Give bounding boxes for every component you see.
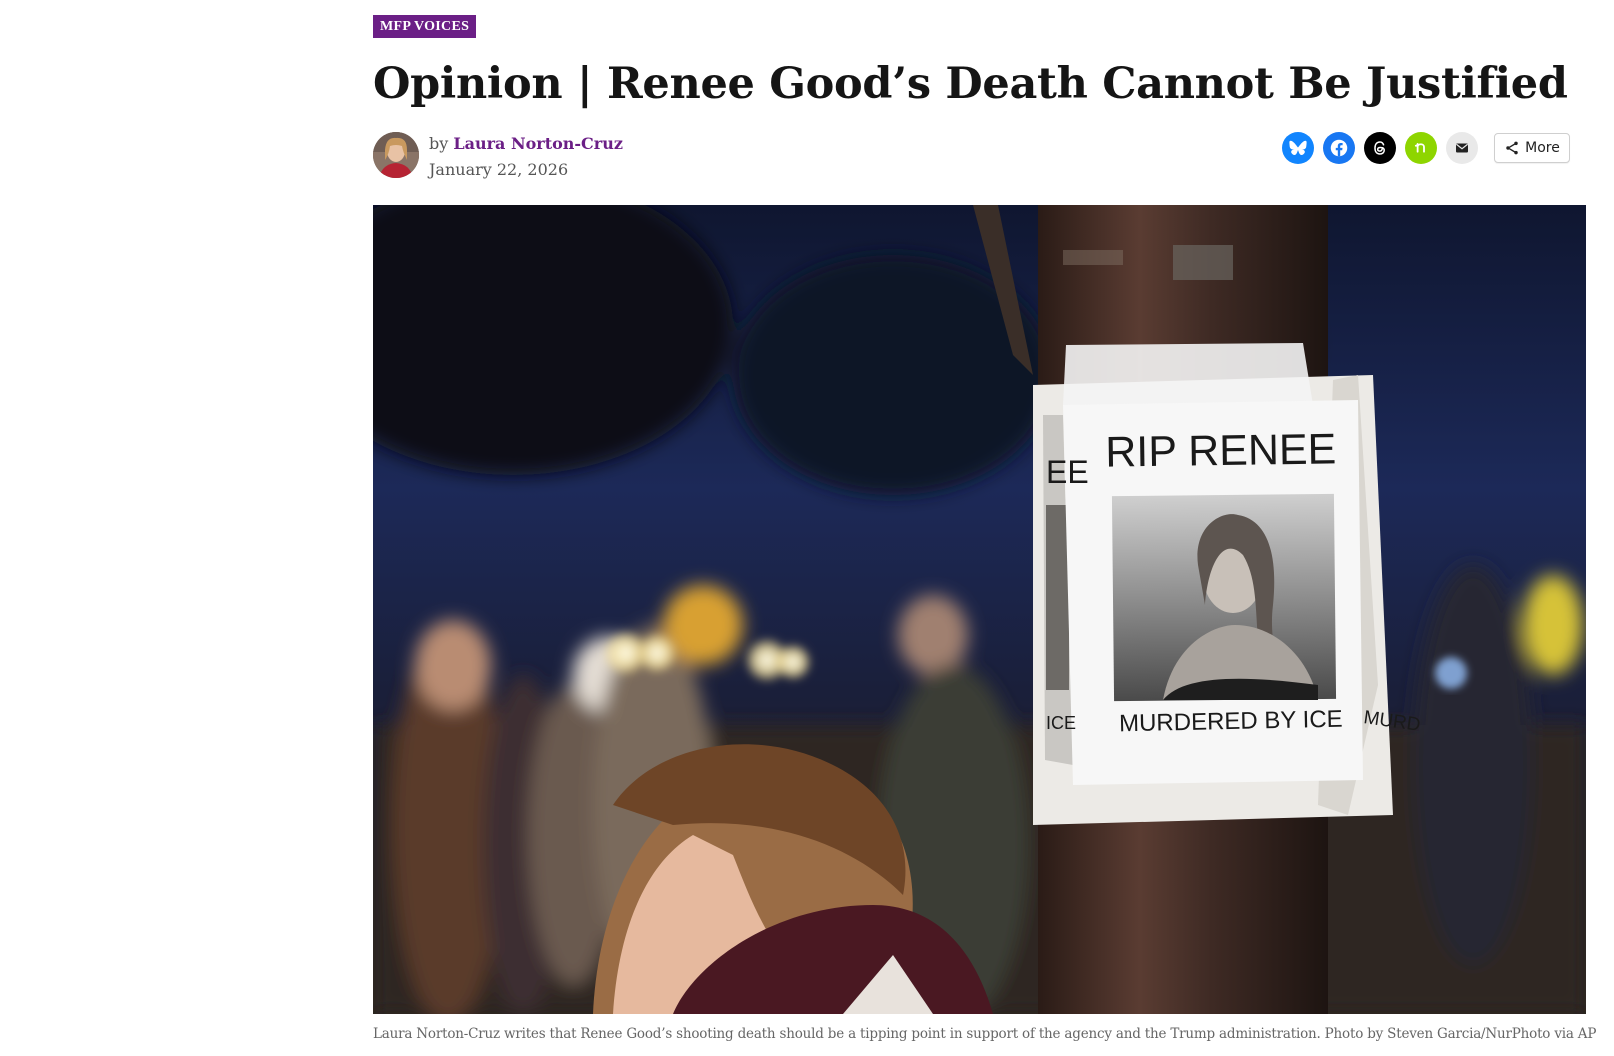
email-icon [1456, 143, 1468, 153]
article-title: Opinion | Renee Good’s Death Cannot Be J… [373, 59, 1568, 109]
poster-heading: RIP RENEE [1105, 425, 1337, 476]
share-bluesky-button[interactable] [1282, 132, 1314, 164]
share-facebook-button[interactable] [1323, 132, 1355, 164]
share-buttons [1282, 132, 1478, 164]
share-email-button[interactable] [1446, 132, 1478, 164]
nextdoor-icon [1414, 142, 1425, 153]
bluesky-icon [1289, 140, 1307, 156]
more-label: More [1525, 140, 1560, 156]
poster-footer: MURDERED BY ICE [1119, 706, 1343, 738]
more-share-button[interactable]: More [1494, 133, 1570, 163]
poster-fragment-left-bottom: ICE [1046, 713, 1076, 733]
facebook-icon [1330, 139, 1348, 157]
byline-prefix: by [429, 134, 449, 153]
share-nextdoor-button[interactable] [1405, 132, 1437, 164]
author-link[interactable]: Laura Norton-Cruz [453, 134, 623, 153]
share-icon [1506, 141, 1518, 155]
threads-icon [1374, 141, 1385, 155]
category-tag[interactable]: MFP VOICES [373, 15, 477, 38]
publish-date: January 22, 2026 [429, 160, 569, 179]
photo-caption: Laura Norton-Cruz writes that Renee Good… [373, 1026, 1597, 1042]
poster-fragment-left-top: EE [1046, 454, 1089, 490]
article-photo: RIP RENEE MURDERED BY ICE EE ICE MURD [373, 205, 1586, 1014]
byline: by Laura Norton-Cruz [429, 134, 623, 153]
author-avatar[interactable] [373, 132, 419, 178]
share-threads-button[interactable] [1364, 132, 1396, 164]
